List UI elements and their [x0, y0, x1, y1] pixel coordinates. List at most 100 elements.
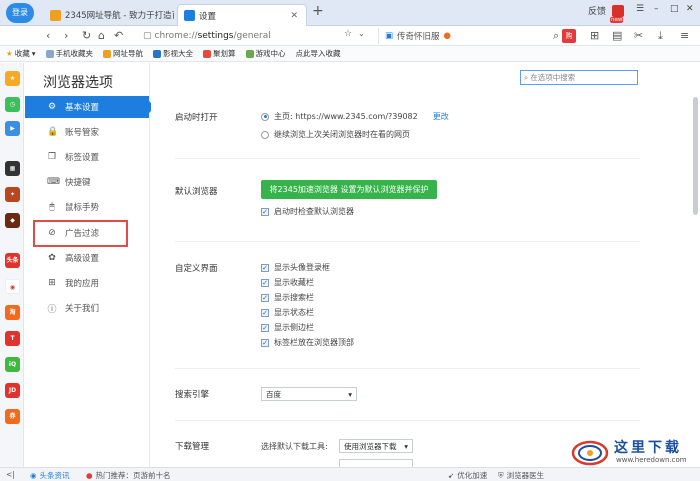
radio-label: 继续浏览上次关闭浏览器时在看的网页: [274, 130, 410, 139]
sidebar-item-advanced[interactable]: ✿ 高级设置: [25, 247, 149, 269]
page-title: 浏览器选项: [43, 75, 113, 91]
change-home-link[interactable]: 更改: [433, 111, 449, 122]
close-window-button[interactable]: ✕: [686, 4, 694, 14]
star-icon[interactable]: ☆: [344, 29, 352, 39]
checkbox-label: 启动时检查默认浏览器: [274, 207, 354, 216]
search-engine-select[interactable]: 百度 ▾: [261, 387, 357, 401]
game-app-icon[interactable]: ▦: [5, 161, 20, 176]
hot-icon: ●: [86, 471, 93, 480]
chevron-down-icon: ▾: [31, 49, 36, 58]
download-icon[interactable]: ⤓: [658, 29, 663, 43]
apps-icon: ⊞: [48, 278, 56, 288]
settings-sidebar: 浏览器选项 ⚙ 基本设置 🔒 账号管家 ❐ 标签设置 ⌨ 快捷键 🖱 鼠标手势 …: [25, 63, 155, 467]
game3-app-icon[interactable]: ◆: [5, 213, 20, 228]
check-tabs-on-top[interactable]: ✓ 标签栏放在浏览器顶部: [261, 337, 354, 348]
fire-icon: ●: [443, 31, 451, 41]
scissors-icon[interactable]: ✂: [634, 29, 643, 42]
chevron-down-icon[interactable]: ⌄: [358, 29, 365, 38]
bookmark-item[interactable]: 聚划算: [203, 48, 236, 59]
check-show-status-bar[interactable]: ✓ 显示状态栏: [261, 307, 314, 318]
game2-app-icon[interactable]: ✦: [5, 187, 20, 202]
sidebar-item-shortcuts[interactable]: ⌨ 快捷键: [25, 171, 149, 193]
radio-label: 主页: https://www.2345.com/?39082: [274, 112, 418, 121]
shield-icon: ⛨: [498, 470, 504, 480]
login-button[interactable]: 登录: [6, 3, 34, 23]
news-app-icon[interactable]: [612, 5, 624, 17]
menu-icon[interactable]: ☰: [636, 4, 644, 14]
home-icon[interactable]: ⌂: [98, 29, 105, 42]
sidebar-item-my-apps[interactable]: ⊞ 我的应用: [25, 272, 149, 294]
jd-app-icon[interactable]: JD: [5, 383, 20, 398]
check-show-favorites-bar[interactable]: ✓ 显示收藏栏: [261, 277, 314, 288]
video-app-icon[interactable]: ▶: [5, 121, 20, 136]
bookmark-item[interactable]: 影视大全: [153, 48, 193, 59]
set-default-browser-button[interactable]: 将2345加速浏览器 设置为默认浏览器并保护: [261, 180, 437, 199]
bookmark-item[interactable]: 网址导航: [103, 48, 143, 59]
menu-more-icon[interactable]: ≡: [680, 29, 689, 42]
gear-icon: ⚙: [47, 102, 57, 112]
settings-content: ⌕ 在选项中搜索 启动时打开 主页: https://www.2345.com/…: [151, 63, 700, 467]
forward-icon[interactable]: ›: [64, 29, 68, 42]
hot-status-item[interactable]: ● 热门推荐：页游前十名: [86, 470, 171, 481]
radio-unchecked-icon: [261, 130, 269, 139]
favorites-app-icon[interactable]: ★: [5, 71, 20, 86]
startup-restore-radio[interactable]: 继续浏览上次关闭浏览器时在看的网页: [261, 129, 410, 140]
minimize-button[interactable]: –: [654, 4, 659, 14]
checkbox-checked-icon: ✓: [261, 207, 269, 216]
clock-app-icon[interactable]: ◷: [5, 97, 20, 112]
section-divider: [175, 241, 640, 242]
startup-home-radio[interactable]: 主页: https://www.2345.com/?39082 更改: [261, 111, 449, 122]
settings-search-input[interactable]: ⌕ 在选项中搜索: [520, 70, 638, 85]
sidebar-item-tabs[interactable]: ❐ 标签设置: [25, 146, 149, 168]
check-show-search-bar[interactable]: ✓ 显示搜索栏: [261, 292, 314, 303]
doctor-status-item[interactable]: ⛨ 浏览器医生: [498, 470, 544, 481]
check-show-sidebar[interactable]: ✓ 显示侧边栏: [261, 322, 314, 333]
mouse-icon: 🖱: [49, 202, 55, 212]
checkbox-label: 显示侧边栏: [274, 323, 314, 332]
sidebar-item-mouse-gesture[interactable]: 🖱 鼠标手势: [25, 196, 149, 218]
collapse-icon[interactable]: <|: [6, 470, 15, 479]
highlight-frame: [33, 220, 128, 247]
apps-grid-icon[interactable]: ⊞: [590, 29, 599, 42]
weibo-app-icon[interactable]: ◉: [5, 279, 20, 294]
checkbox-checked-icon: ✓: [261, 278, 269, 287]
tab-settings[interactable]: 设置 ✕: [177, 4, 307, 26]
bookmark-item[interactable]: 游戏中心: [245, 48, 286, 59]
bookmark-import[interactable]: 点此导入收藏: [296, 48, 341, 59]
tab-title: 设置: [199, 11, 217, 22]
maximize-button[interactable]: □: [670, 4, 679, 14]
sidebar-item-about[interactable]: ⓘ 关于我们: [25, 297, 149, 319]
sidebar-item-account[interactable]: 🔒 账号管家: [25, 121, 149, 143]
check-show-avatar[interactable]: ✓ 显示头像登录框: [261, 262, 330, 273]
tmall-app-icon[interactable]: T: [5, 331, 20, 346]
download-tool-select[interactable]: 使用浏览器下载 ▾: [339, 439, 413, 453]
toutiao-app-icon[interactable]: 头条: [5, 253, 20, 268]
shop-icon[interactable]: 购: [562, 29, 576, 43]
checkbox-checked-icon: ✓: [261, 338, 269, 347]
taobao-app-icon[interactable]: 淘: [5, 305, 20, 320]
download-path-field[interactable]: [339, 459, 413, 467]
check-default-on-start[interactable]: ✓ 启动时检查默认浏览器: [261, 206, 354, 217]
bookmark-item[interactable]: 手机收藏夹: [45, 48, 93, 59]
bookmark-collect[interactable]: ★ 收藏 ▾: [6, 48, 36, 59]
settings-favicon: [184, 10, 195, 21]
optimize-status-item[interactable]: ➹ 优化加速: [448, 470, 487, 481]
address-bar[interactable]: ▢ chrome://settings/general: [143, 28, 368, 44]
tab-close-icon[interactable]: ✕: [290, 11, 298, 21]
search-suggest-box[interactable]: ▣ 传奇怀旧服 ●: [378, 28, 548, 44]
sidebar-item-basic[interactable]: ⚙ 基本设置: [25, 96, 155, 118]
feedback-link[interactable]: 反馈: [588, 4, 606, 17]
star-icon: ★: [6, 49, 13, 58]
iqiyi-app-icon[interactable]: iQ: [5, 357, 20, 372]
coupon-app-icon[interactable]: 券: [5, 409, 20, 424]
content-scrollbar[interactable]: [693, 97, 698, 215]
tab-2345-nav[interactable]: 2345网址导航 - 致力于打造百 ✕: [44, 4, 174, 26]
news-status-item[interactable]: ◉ 头条资讯: [30, 470, 70, 481]
refresh-icon[interactable]: ↻: [82, 29, 91, 42]
new-tab-button[interactable]: +: [312, 3, 324, 19]
screenshot-icon[interactable]: ▤: [612, 29, 622, 42]
checkbox-label: 显示搜索栏: [274, 293, 314, 302]
back-icon[interactable]: ‹: [46, 29, 50, 42]
undo-icon[interactable]: ↶: [114, 29, 123, 42]
search-icon[interactable]: ⌕: [553, 29, 559, 43]
